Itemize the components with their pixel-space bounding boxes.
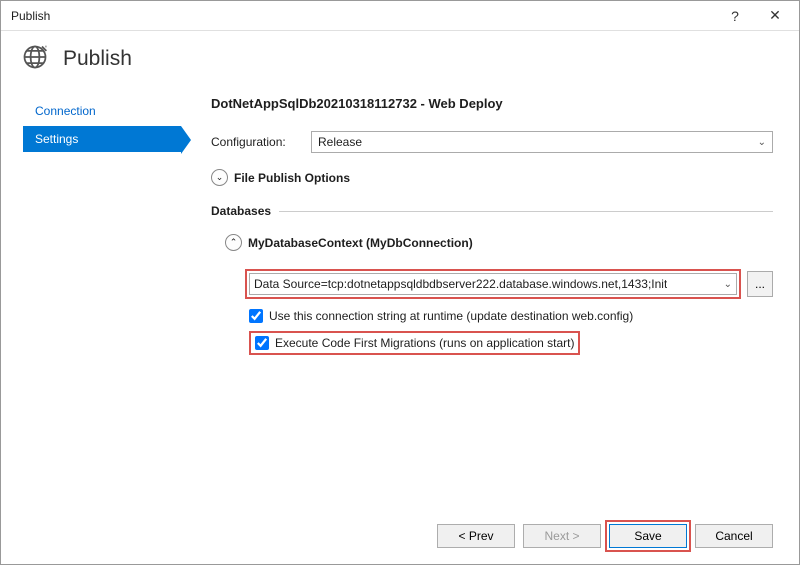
sidebar-item-settings[interactable]: Settings: [23, 126, 181, 152]
cancel-button[interactable]: Cancel: [695, 524, 773, 548]
execute-migrations-label: Execute Code First Migrations (runs on a…: [275, 336, 574, 350]
databases-section-title: Databases: [211, 204, 271, 218]
section-divider: [279, 211, 773, 212]
sidebar-item-label: Connection: [35, 104, 96, 118]
databases-section-header: Databases: [211, 204, 773, 218]
content: DotNetAppSqlDb20210318112732 - Web Deplo…: [181, 92, 799, 524]
header: Publish: [1, 31, 799, 92]
browse-connection-button[interactable]: ...: [747, 271, 773, 297]
chevron-down-icon: ⌄: [724, 279, 732, 290]
db-context-expander[interactable]: ⌃ MyDatabaseContext (MyDbConnection): [225, 234, 773, 251]
publish-dialog: Publish ? ✕ Publish Connection Settings: [0, 0, 800, 565]
titlebar: Publish ? ✕: [1, 1, 799, 31]
sidebar-item-connection[interactable]: Connection: [23, 98, 181, 124]
globe-icon: [21, 43, 49, 74]
footer: < Prev Next > Save Cancel: [1, 524, 799, 564]
page-title: DotNetAppSqlDb20210318112732 - Web Deplo…: [211, 96, 773, 111]
file-publish-options-label: File Publish Options: [234, 171, 350, 185]
use-connection-string-label: Use this connection string at runtime (u…: [269, 309, 633, 323]
header-title: Publish: [63, 47, 132, 71]
help-button[interactable]: ?: [715, 2, 755, 30]
chevron-down-icon: ⌄: [758, 137, 766, 148]
prev-label: < Prev: [458, 529, 493, 543]
execute-migrations-row: Execute Code First Migrations (runs on a…: [249, 331, 773, 355]
connection-string-row: Data Source=tcp:dotnetappsqldbdbserver22…: [245, 269, 773, 299]
execute-migrations-highlight: Execute Code First Migrations (runs on a…: [249, 331, 580, 355]
sidebar: Connection Settings: [1, 92, 181, 524]
close-icon: ✕: [769, 7, 781, 24]
configuration-label: Configuration:: [211, 135, 311, 149]
save-label: Save: [634, 529, 661, 543]
db-context-label: MyDatabaseContext (MyDbConnection): [248, 236, 473, 250]
ellipsis-icon: ...: [755, 277, 765, 291]
use-connection-string-checkbox[interactable]: [249, 309, 263, 323]
chevron-up-icon: ⌃: [225, 234, 242, 251]
configuration-row: Configuration: Release ⌄: [211, 131, 773, 153]
next-label: Next >: [544, 529, 579, 543]
sidebar-item-label: Settings: [35, 132, 78, 146]
file-publish-options-expander[interactable]: ⌄ File Publish Options: [211, 169, 773, 186]
prev-button[interactable]: < Prev: [437, 524, 515, 548]
cancel-label: Cancel: [715, 529, 752, 543]
next-button: Next >: [523, 524, 601, 548]
use-connection-string-row: Use this connection string at runtime (u…: [249, 309, 773, 323]
connection-string-value: Data Source=tcp:dotnetappsqldbdbserver22…: [254, 277, 667, 291]
configuration-select[interactable]: Release ⌄: [311, 131, 773, 153]
execute-migrations-checkbox[interactable]: [255, 336, 269, 350]
connection-string-highlight: Data Source=tcp:dotnetappsqldbdbserver22…: [245, 269, 741, 299]
chevron-down-icon: ⌄: [211, 169, 228, 186]
configuration-value: Release: [318, 135, 362, 149]
main-area: Connection Settings DotNetAppSqlDb202103…: [1, 92, 799, 524]
help-icon: ?: [731, 8, 739, 24]
save-button[interactable]: Save: [609, 524, 687, 548]
connection-string-select[interactable]: Data Source=tcp:dotnetappsqldbdbserver22…: [249, 273, 737, 295]
close-button[interactable]: ✕: [755, 2, 795, 30]
window-title: Publish: [11, 9, 715, 23]
